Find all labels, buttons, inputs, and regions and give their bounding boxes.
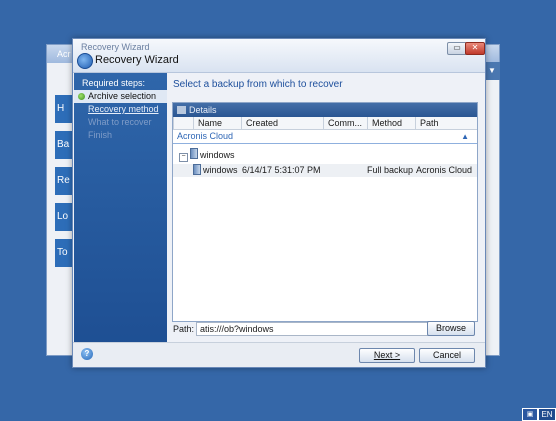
next-button-label: Next > (373, 350, 401, 360)
group-acronis-cloud[interactable]: Acronis Cloud ▲ (173, 130, 477, 144)
details-icon (177, 106, 186, 114)
backup-icon (193, 164, 201, 175)
network-icon[interactable]: ▣ (522, 408, 538, 421)
details-header: Details (173, 103, 477, 117)
column-header-comment[interactable]: Comm... (323, 117, 367, 129)
steps-header: Required steps: (82, 78, 146, 88)
current-step-icon (78, 93, 85, 100)
collapse-icon[interactable]: ▲ (461, 130, 469, 143)
column-header-name[interactable]: Name (193, 117, 241, 129)
steps-pane: Required steps: Archive selection Recove… (74, 73, 167, 345)
tree-node-windows[interactable]: − windows (173, 148, 477, 162)
step-archive-selection[interactable]: Archive selection (74, 90, 167, 103)
column-headers: Name Created Comm... Method Path (173, 117, 477, 130)
column-header-method[interactable]: Method (367, 117, 415, 129)
column-header-created[interactable]: Created (241, 117, 323, 129)
row-name: windows (203, 165, 238, 175)
path-label: Path: (173, 324, 195, 334)
window-caption: Recovery Wizard (81, 42, 150, 52)
dialog-title: Recovery Wizard (95, 54, 179, 66)
recovery-wizard-dialog: Recovery Wizard Recovery Wizard ▭ ✕ Requ… (72, 38, 486, 368)
details-panel: Details Name Created Comm... Method Path… (172, 102, 478, 364)
close-icon[interactable]: ✕ (465, 42, 485, 55)
column-header-path[interactable]: Path (415, 117, 475, 129)
row-method: Full backup (367, 165, 414, 175)
row-path: Acronis Cloud (416, 165, 473, 175)
next-button[interactable]: Next > (359, 348, 415, 363)
table-row[interactable]: windows 6/14/17 5:31:07 PM Full backup A… (173, 164, 477, 177)
step-recovery-method[interactable]: Recovery method (74, 103, 167, 116)
path-input[interactable]: atis:///ob?windows (196, 322, 431, 336)
chevron-down-icon[interactable]: ▼ (484, 62, 500, 80)
details-label: Details (189, 105, 217, 115)
row-created: 6/14/17 5:31:07 PM (242, 165, 321, 175)
app-logo-icon (77, 53, 93, 69)
restore-icon[interactable]: ▭ (447, 42, 467, 55)
step-what-to-recover: What to recover (88, 117, 152, 127)
backup-icon (190, 148, 198, 159)
expand-icon[interactable]: − (179, 153, 188, 162)
browse-button[interactable]: Browse (427, 321, 475, 336)
language-indicator[interactable]: EN (538, 408, 556, 421)
tree-node-label: windows (200, 150, 235, 160)
step-label: Archive selection (88, 91, 157, 101)
help-icon[interactable]: ? (81, 348, 93, 360)
title-bar: Recovery Wizard Recovery Wizard ▭ ✕ (73, 39, 485, 73)
cancel-button[interactable]: Cancel (419, 348, 475, 363)
row-backup-icon (193, 164, 203, 178)
group-label: Acronis Cloud (177, 131, 234, 141)
step-finish: Finish (88, 130, 113, 140)
column-header-blank (173, 117, 193, 129)
page-heading: Select a backup from which to recover (173, 79, 343, 90)
footer-bar: ? Next > Cancel (73, 342, 485, 367)
